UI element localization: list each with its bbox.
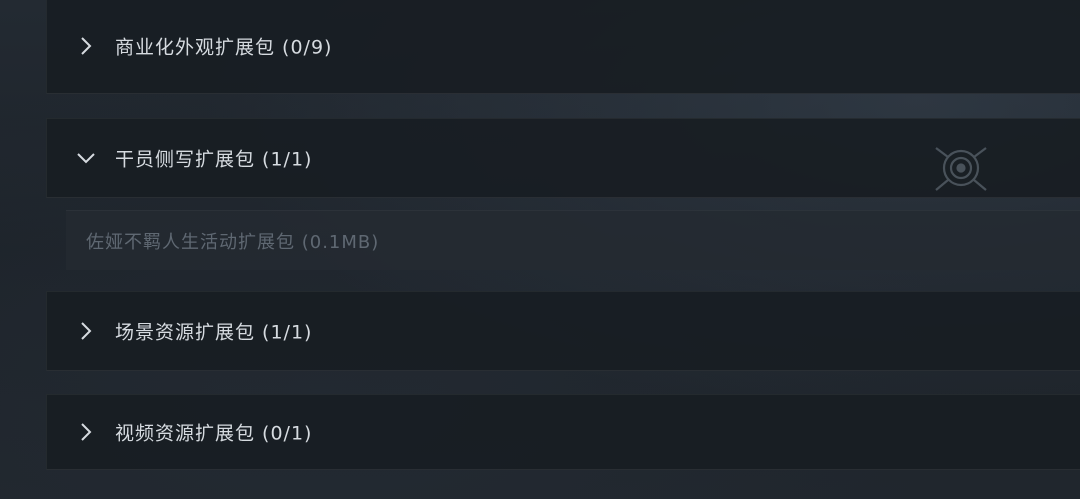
chevron-right-icon: [81, 423, 92, 441]
target-icon: [935, 147, 987, 191]
chevron-down-icon: [77, 153, 95, 164]
group-label: 场景资源扩展包 (1/1): [115, 321, 313, 344]
sub-item-zoya-event-pack[interactable]: 佐娅不羁人生活动扩展包 (0.1MB): [66, 210, 1080, 270]
expansion-pack-list: 商业化外观扩展包 (0/9) 干员侧写扩展包 (1/1) 佐娅不羁人生活动扩展包…: [0, 0, 1080, 499]
group-row-scene-resources[interactable]: 场景资源扩展包 (1/1): [46, 291, 1080, 371]
chevron-right-icon: [81, 37, 92, 55]
group-row-operator-profile[interactable]: 干员侧写扩展包 (1/1): [46, 118, 1080, 198]
chevron-right-icon: [81, 322, 92, 340]
sub-item-label: 佐娅不羁人生活动扩展包 (0.1MB): [86, 231, 380, 253]
group-label: 视频资源扩展包 (0/1): [115, 422, 313, 445]
group-row-video-resources[interactable]: 视频资源扩展包 (0/1): [46, 394, 1080, 470]
group-label: 商业化外观扩展包 (0/9): [115, 36, 333, 59]
group-row-commercial-appearance[interactable]: 商业化外观扩展包 (0/9): [46, 0, 1080, 94]
group-label: 干员侧写扩展包 (1/1): [115, 148, 313, 171]
